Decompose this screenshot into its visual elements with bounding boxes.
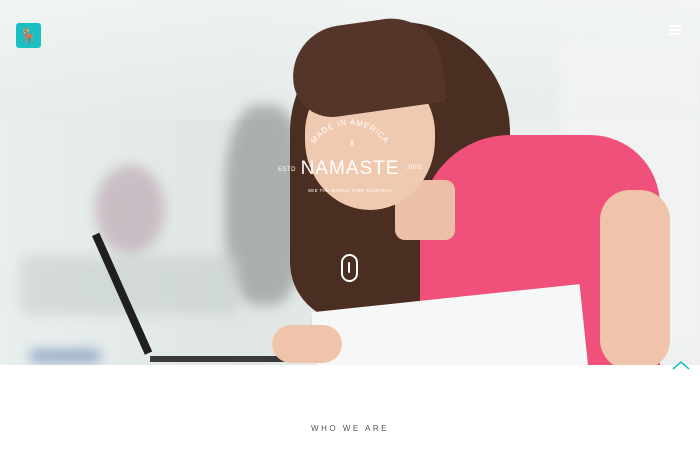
hero-title: NAMASTE [300, 158, 400, 179]
background-object [30, 350, 100, 362]
badge-tagline: SEE THE WORLD. FIND YOURSELF [308, 188, 392, 193]
mouse-scroll-icon[interactable] [341, 254, 358, 282]
hero-photo-hand [272, 325, 342, 363]
hero-photo-arm [600, 190, 670, 365]
svg-text:MADE IN AMERICA: MADE IN AMERICA [309, 118, 391, 145]
hero-badge: MADE IN AMERICA ESTD NAMASTE 2001 SEE TH… [270, 110, 430, 220]
badge-arc-text: MADE IN AMERICA [309, 118, 390, 145]
hero-section: 🦌 MADE IN AMERICA ESTD NAMASTE 2001 SEE … [0, 0, 700, 365]
laptop-base [150, 356, 290, 362]
background-person [95, 165, 165, 255]
hamburger-icon[interactable] [669, 25, 681, 35]
chevron-up-icon[interactable] [672, 360, 690, 370]
section-heading: WHO WE ARE [311, 424, 389, 433]
badge-year: 2001 [407, 165, 423, 171]
logo[interactable]: 🦌 [16, 23, 41, 48]
